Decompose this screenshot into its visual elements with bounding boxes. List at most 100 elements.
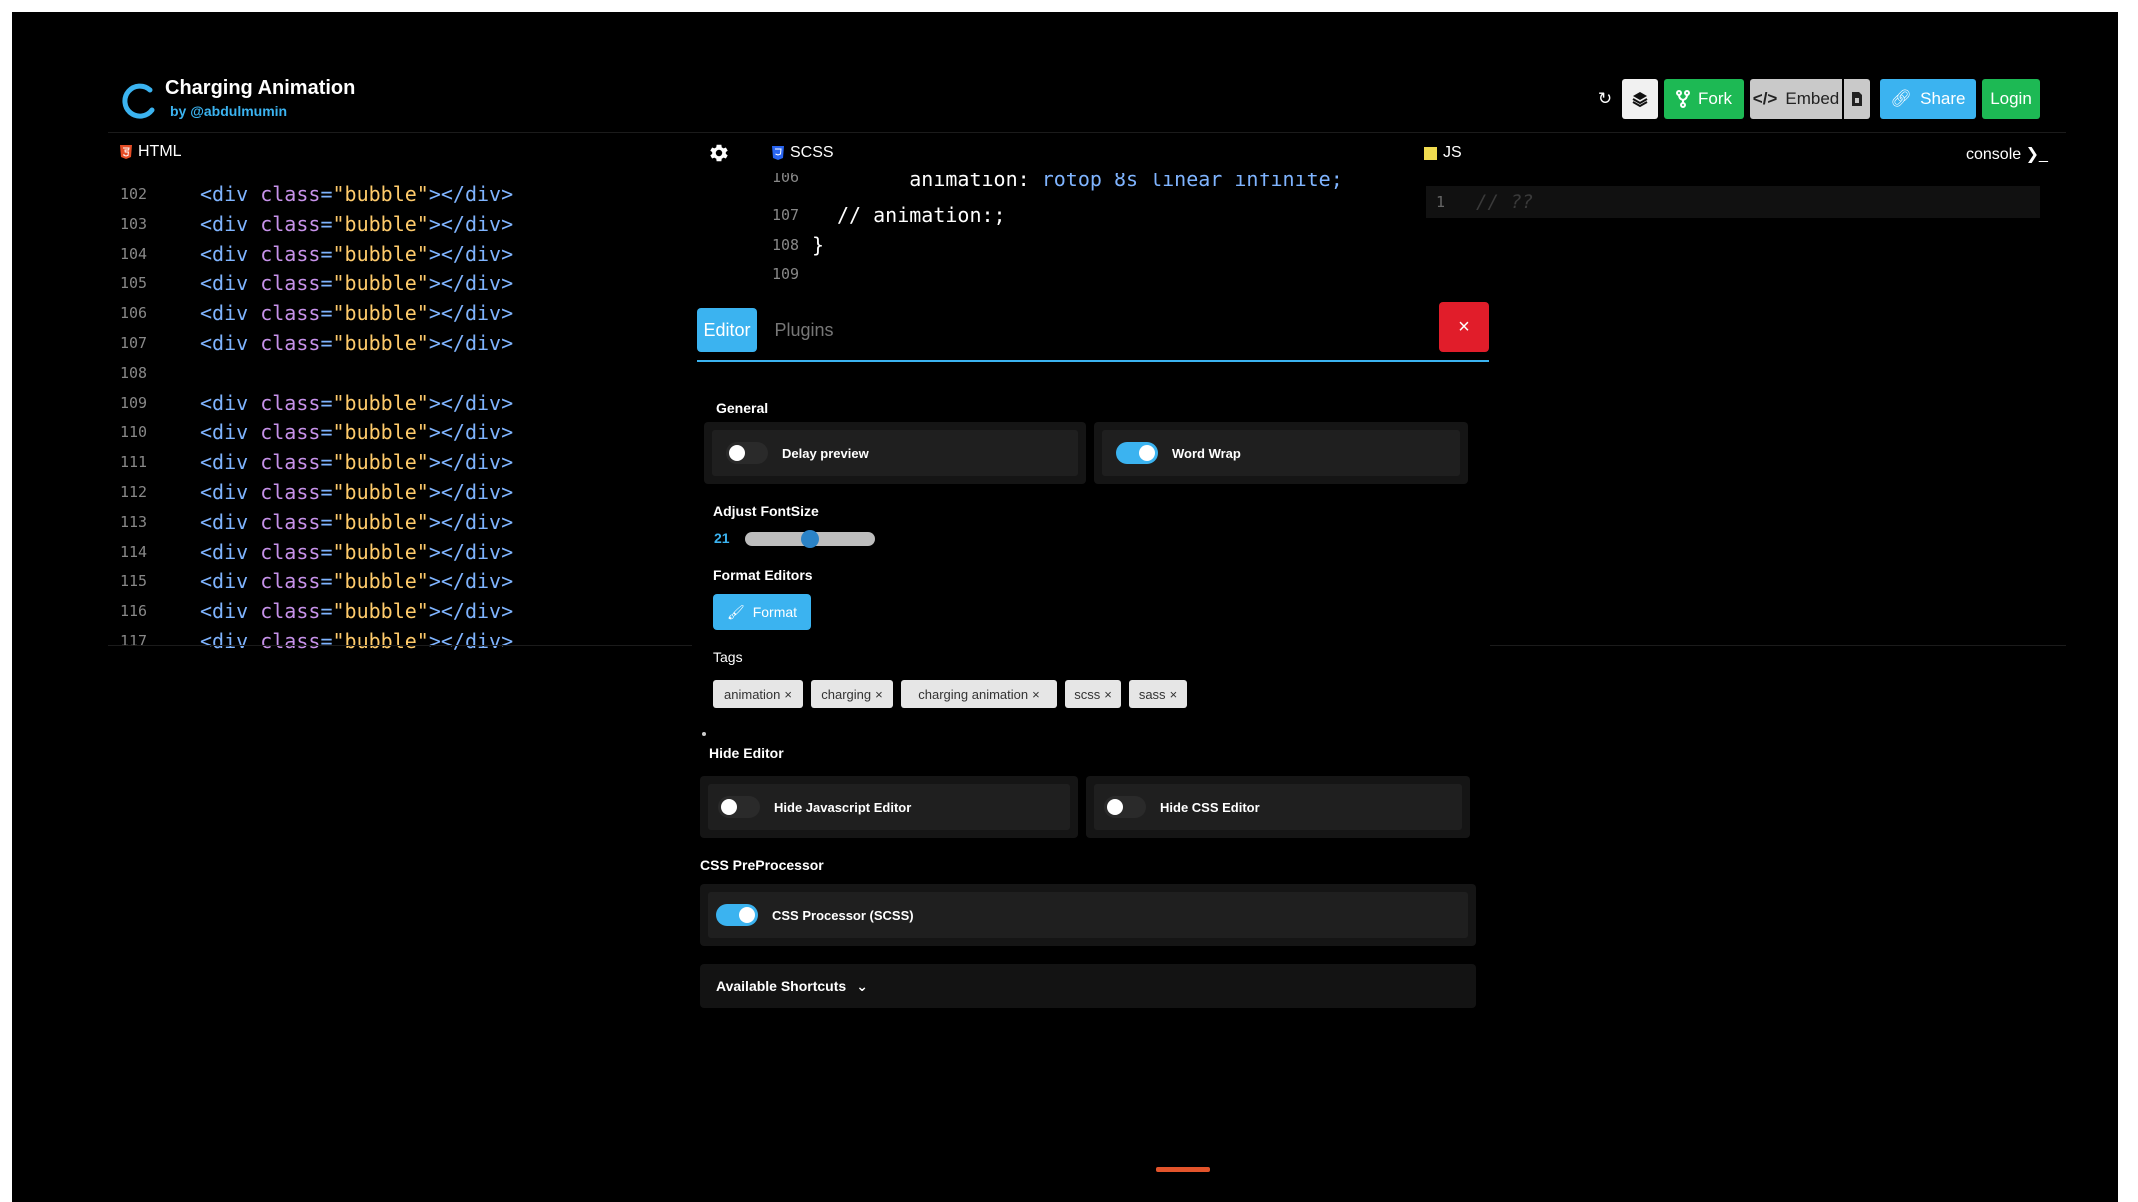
code-text: <div class="bubble"></div> [200,539,514,564]
code-line: 111 <div class="bubble"></div> [120,448,513,476]
code-line: 112 <div class="bubble"></div> [120,478,513,506]
delay-preview-card: Delay preview [704,422,1086,484]
remove-tag-icon[interactable]: × [1032,687,1040,702]
hide-js-row[interactable]: Hide Javascript Editor [708,784,1070,830]
refresh-button[interactable]: ↻ [1594,84,1616,114]
scss-label: CSS Processor (SCSS) [772,907,914,923]
hide-css-toggle[interactable] [1104,796,1146,818]
login-button[interactable]: Login [1982,79,2040,119]
tab-scss[interactable]: SCSS [772,144,834,162]
embed-button[interactable]: </> Embed [1750,79,1842,119]
line-number: 116 [120,602,148,621]
line-number: 107 [772,206,800,224]
refresh-icon: ↻ [1597,89,1613,108]
line-number: 105 [120,274,148,293]
hide-css-label: Hide CSS Editor [1160,799,1260,815]
font-size-slider[interactable] [745,530,875,548]
word-wrap-toggle[interactable] [1116,442,1158,464]
tab-editor[interactable]: Editor [697,308,757,352]
code-text: <div class="bubble"></div> [200,211,514,236]
section-general-title: General [716,400,769,416]
js-editor[interactable]: 1 // ?? [1426,186,2040,218]
line-number: 117 [120,632,148,650]
hide-js-toggle[interactable] [718,796,760,818]
tab-html-label: HTML [138,143,182,160]
pen-title: Charging Animation [165,77,356,99]
fork-label: Fork [1698,89,1732,108]
code-text: <div class="bubble"></div> [200,182,514,206]
scss-card: CSS Processor (SCSS) [700,884,1476,946]
close-icon: × [1458,315,1470,338]
scss-toggle[interactable] [716,904,758,926]
delay-preview-toggle[interactable] [726,442,768,464]
fork-icon [1676,90,1690,108]
share-label: Share [1920,89,1966,108]
format-button[interactable]: 🖌︎ Format [713,594,811,630]
tab-html[interactable]: HTML [120,143,182,161]
tab-js[interactable]: JS [1424,144,1462,162]
hide-css-row[interactable]: Hide CSS Editor [1094,784,1462,830]
hide-js-label: Hide Javascript Editor [774,799,912,815]
logo-icon [122,83,155,119]
shortcuts-label: Available Shortcuts [716,978,847,994]
bullet [702,732,706,736]
close-button[interactable]: × [1439,302,1489,352]
layers-icon [1632,92,1648,108]
remove-tag-icon[interactable]: × [875,687,883,702]
shortcuts-accordion[interactable]: Available Shortcuts ⌄ [700,964,1476,1008]
scss-brace: } [812,233,825,257]
remove-tag-icon[interactable]: × [1104,687,1112,702]
gear-icon[interactable] [708,142,730,164]
code-text: <div class="bubble"></div> [200,509,514,534]
tag-label: charging animation [918,686,1029,702]
code-text: <div class="bubble"></div> [200,569,514,594]
layers-button[interactable] [1622,79,1658,119]
remove-tag-icon[interactable]: × [1170,687,1178,702]
hide-css-card: Hide CSS Editor [1086,776,1470,838]
tag-chip[interactable]: animation × [713,680,803,708]
console-label: console [1966,146,2022,163]
js-icon [1424,146,1437,160]
word-wrap-row[interactable]: Word Wrap [1102,430,1460,476]
tag-label: scss [1074,686,1101,702]
line-number: 108 [772,236,800,254]
delay-preview-row[interactable]: Delay preview [712,430,1078,476]
code-line: 110 <div class="bubble"></div> [120,418,513,446]
tag-chip[interactable]: sass × [1129,680,1187,708]
code-text: <div class="bubble"></div> [200,390,514,415]
line-number: 103 [120,214,148,233]
tag-chip[interactable]: charging animation × [901,680,1057,708]
scss-row[interactable]: CSS Processor (SCSS) [708,892,1468,938]
chevron-down-icon: ⌄ [856,977,868,994]
line-number: 108 [120,363,148,382]
code-text: <div class="bubble"></div> [200,241,514,266]
code-line: 115 <div class="bubble"></div> [120,567,513,595]
fork-button[interactable]: Fork [1664,79,1744,119]
login-label: Login [1990,89,2032,108]
tab-js-label: JS [1443,144,1462,161]
tab-plugins[interactable]: Plugins [764,308,844,352]
console-toggle[interactable]: console ❯_ [1966,144,2048,164]
delay-preview-label: Delay preview [782,445,869,461]
code-line: 106 <div class="bubble"></div> [120,299,513,327]
share-button[interactable]: 🔗︎ Share [1880,79,1976,119]
line-number: 106 [772,173,800,186]
pen-author[interactable]: by @abdulmumin [170,103,287,119]
line-number: 109 [772,265,800,283]
export-file-button[interactable] [1844,79,1870,119]
tag-chip[interactable]: charging × [811,680,893,708]
code-line: 106 animation: rotop 8s linear infinite; [772,173,1343,191]
tags-title: Tags [713,649,743,665]
code-text: <div class="bubble"></div> [200,271,514,296]
line-number: 1 [1436,193,1446,211]
line-number: 109 [120,393,148,412]
resize-handle[interactable] [1156,1167,1210,1172]
code-text: <div class="bubble"></div> [200,629,514,653]
code-line: 113 <div class="bubble"></div> [120,508,513,536]
code-text: <div class="bubble"></div> [200,301,514,326]
settings-modal: Editor Plugins × General Delay preview W… [692,298,1490,1018]
slider-thumb[interactable] [801,530,819,548]
code-line: 107 // animation:; [772,201,1006,229]
remove-tag-icon[interactable]: × [784,687,792,702]
tag-chip[interactable]: scss × [1065,680,1121,708]
